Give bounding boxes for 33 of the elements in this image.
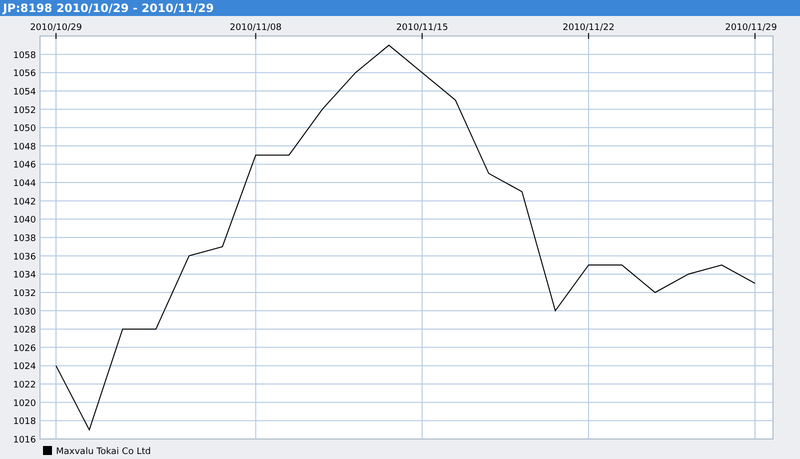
y-axis-label: 1056 bbox=[13, 69, 36, 80]
y-axis-label: 1042 bbox=[13, 197, 36, 208]
y-axis-label: 1028 bbox=[13, 326, 36, 336]
y-axis-label: 1038 bbox=[13, 234, 36, 244]
window-title: JP:8198 2010/10/29 - 2010/11/29 bbox=[0, 0, 800, 16]
y-axis-label: 1018 bbox=[13, 417, 36, 428]
y-axis-label: 1032 bbox=[13, 288, 36, 299]
y-axis-label: 1046 bbox=[13, 160, 36, 171]
y-axis-label: 1044 bbox=[13, 179, 36, 190]
y-axis-label: 1058 bbox=[13, 50, 36, 61]
y-axis-label: 1034 bbox=[13, 270, 36, 281]
y-axis-label: 1036 bbox=[13, 252, 36, 262]
y-axis-label: 1050 bbox=[13, 124, 36, 134]
y-axis-label: 1054 bbox=[13, 87, 36, 98]
y-axis-label: 1026 bbox=[13, 344, 36, 354]
y-axis-label: 1040 bbox=[13, 216, 36, 226]
x-axis-label: 2010/10/29 bbox=[30, 23, 82, 33]
y-axis-label: 1022 bbox=[13, 380, 36, 391]
y-axis-label: 1016 bbox=[13, 436, 36, 446]
legend-label: Maxvalu Tokai Co Ltd bbox=[56, 447, 151, 457]
x-tick-mark bbox=[422, 32, 423, 40]
y-axis-label: 1048 bbox=[13, 142, 36, 152]
y-axis-label: 1052 bbox=[13, 106, 36, 116]
y-axis-label: 1020 bbox=[13, 398, 36, 409]
y-axis-label: 1024 bbox=[13, 362, 36, 372]
x-tick-mark bbox=[754, 32, 756, 40]
x-axis-label: 2010/11/15 bbox=[396, 23, 448, 33]
x-axis-label: 2010/11/22 bbox=[562, 23, 614, 33]
x-tick-mark bbox=[588, 32, 590, 40]
x-axis-label: 2010/11/08 bbox=[230, 23, 282, 33]
x-axis-label: 2010/11/29 bbox=[725, 23, 777, 33]
y-axis-label: 1030 bbox=[13, 307, 36, 318]
x-tick-mark bbox=[255, 32, 256, 40]
